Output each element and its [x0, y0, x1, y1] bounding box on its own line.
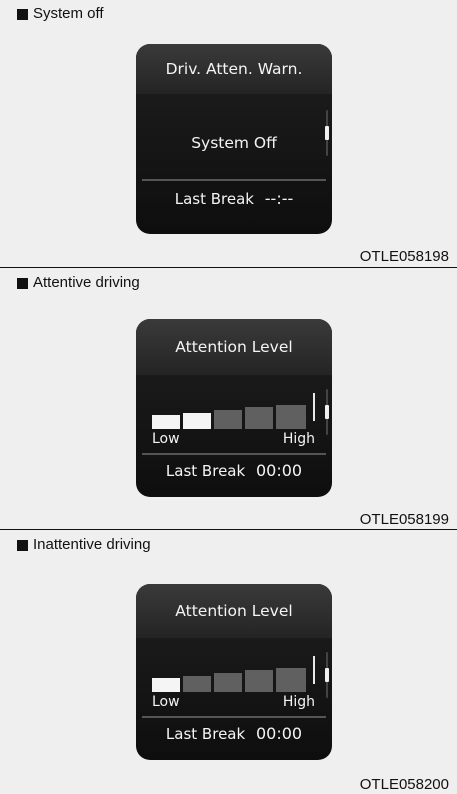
last-break-value: 00:00 [255, 724, 303, 743]
last-break-row: Last Break 00:00 [136, 724, 332, 743]
gauge-threshold-marker [313, 656, 315, 684]
gauge-segment [183, 413, 211, 429]
display-divider [142, 179, 326, 181]
page-indicator-thumb [325, 668, 329, 682]
display-divider [142, 716, 326, 718]
gauge-high-label: High [282, 694, 315, 710]
last-break-label: Last Break [165, 462, 246, 480]
bullet-square-icon [17, 277, 28, 289]
section-inattentive-driving: Inattentive driving Attention Level Low … [0, 530, 457, 794]
cluster-display: Attention Level Low High Last Break 00:0… [136, 319, 332, 497]
bullet-square-icon [17, 539, 28, 551]
gauge-segment [214, 410, 242, 429]
gauge-low-label: Low [152, 431, 180, 447]
last-break-value: --:-- [264, 189, 294, 208]
page-indicator [325, 110, 329, 156]
cluster-display: Driv. Atten. Warn. System Off Last Break… [136, 44, 332, 234]
system-status-text: System Off [191, 134, 277, 152]
page-indicator [325, 389, 329, 435]
display-header: Attention Level [136, 584, 332, 638]
gauge-segment [183, 676, 211, 692]
section-attentive-driving: Attentive driving Attention Level Low Hi… [0, 268, 457, 530]
display-header: Driv. Atten. Warn. [136, 44, 332, 94]
section-title-text: Inattentive driving [33, 536, 151, 553]
gauge-segment [245, 670, 273, 692]
figure-code: OTLE058200 [359, 776, 449, 793]
gauge-segment [245, 407, 273, 429]
attention-gauge [152, 393, 315, 429]
gauge-segment [276, 405, 306, 429]
page-indicator-thumb [325, 126, 329, 140]
last-break-value: 00:00 [255, 461, 303, 480]
section-title: Inattentive driving [17, 536, 151, 554]
display-header: Attention Level [136, 319, 332, 375]
gauge-segment [214, 673, 242, 692]
last-break-row: Last Break 00:00 [136, 461, 332, 480]
section-title-text: System off [33, 5, 104, 22]
last-break-label: Last Break [174, 190, 254, 208]
cluster-display: Attention Level Low High Last Break 00:0… [136, 584, 332, 760]
page-indicator [325, 652, 329, 698]
last-break-label: Last Break [165, 725, 246, 743]
attention-gauge [152, 656, 315, 692]
last-break-row: Last Break --:-- [136, 189, 332, 208]
gauge-high-label: High [282, 431, 315, 447]
section-title-text: Attentive driving [33, 274, 140, 291]
section-system-off: System off Driv. Atten. Warn. System Off… [0, 0, 457, 268]
figure-code: OTLE058198 [359, 248, 449, 265]
section-title: Attentive driving [17, 274, 140, 292]
gauge-segment [276, 668, 306, 692]
display-divider [142, 453, 326, 455]
gauge-threshold-marker [313, 393, 315, 421]
bullet-square-icon [17, 8, 28, 20]
section-title: System off [17, 5, 104, 23]
gauge-segment [152, 415, 180, 429]
page-indicator-thumb [325, 405, 329, 419]
figure-code: OTLE058199 [359, 511, 449, 528]
gauge-low-label: Low [152, 694, 180, 710]
gauge-segment [152, 678, 180, 692]
